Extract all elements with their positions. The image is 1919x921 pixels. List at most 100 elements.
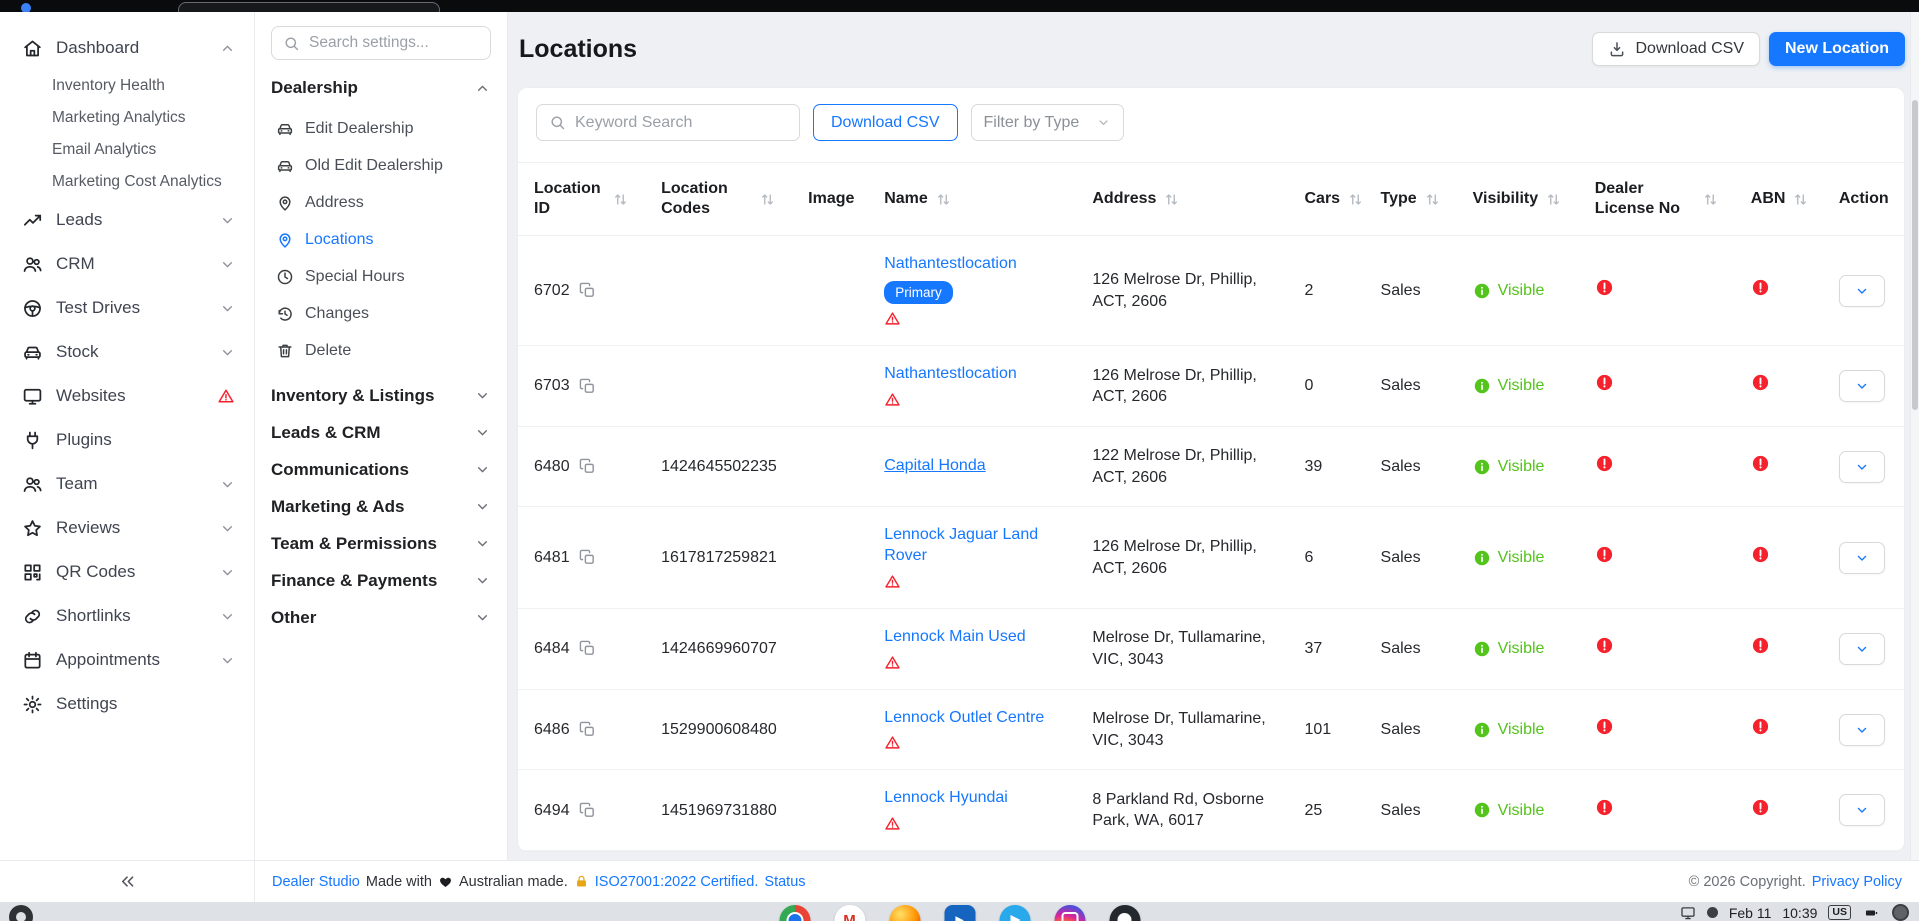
- sidebar-item[interactable]: Reviews: [0, 506, 254, 550]
- column-header[interactable]: Location ID: [518, 163, 645, 236]
- shelf-clock[interactable]: 10:39: [1782, 905, 1817, 921]
- location-name-link[interactable]: Lennock Main Used: [884, 627, 1025, 648]
- settings-section-dealership[interactable]: Dealership: [271, 68, 491, 108]
- sort-icon[interactable]: [1424, 191, 1441, 208]
- row-action-dropdown[interactable]: [1839, 275, 1885, 307]
- tray-avatar[interactable]: [1892, 904, 1909, 921]
- copy-icon[interactable]: [579, 640, 596, 657]
- settings-nav-item[interactable]: Old Edit Dealership: [271, 147, 491, 184]
- location-name-link[interactable]: Nathantestlocation: [884, 254, 1017, 275]
- row-action-dropdown[interactable]: [1839, 794, 1885, 826]
- sidebar-item[interactable]: Leads: [0, 198, 254, 242]
- column-header[interactable]: Type: [1365, 163, 1457, 236]
- settings-section-header[interactable]: Communications: [271, 451, 491, 488]
- toolbar-download-csv-button[interactable]: Download CSV: [813, 104, 958, 141]
- sidebar-item[interactable]: Shortlinks: [0, 594, 254, 638]
- sidebar-item[interactable]: Email Analytics: [0, 134, 254, 166]
- screen-share-icon[interactable]: [1680, 905, 1696, 921]
- settings-nav-item[interactable]: Address: [271, 184, 491, 221]
- copy-icon[interactable]: [579, 458, 596, 475]
- row-action-dropdown[interactable]: [1839, 451, 1885, 483]
- settings-nav-item[interactable]: Locations: [271, 221, 491, 258]
- shelf-status-tray[interactable]: Feb 11 10:39 US: [1680, 904, 1909, 921]
- sidebar-item[interactable]: CRM: [0, 242, 254, 286]
- scrollbar[interactable]: [1910, 12, 1919, 860]
- copy-icon[interactable]: [579, 802, 596, 819]
- sidebar-item[interactable]: Plugins: [0, 418, 254, 462]
- sidebar-item[interactable]: Test Drives: [0, 286, 254, 330]
- firefox-icon[interactable]: [889, 905, 920, 921]
- sidebar-item[interactable]: Marketing Analytics: [0, 102, 254, 134]
- column-header[interactable]: Address: [1076, 163, 1288, 236]
- keyword-search-input[interactable]: [575, 114, 787, 132]
- filter-by-type-select[interactable]: Filter by Type: [971, 104, 1124, 141]
- sort-icon[interactable]: [1545, 191, 1562, 208]
- row-action-dropdown[interactable]: [1839, 633, 1885, 665]
- new-location-button[interactable]: New Location: [1769, 32, 1905, 66]
- dealer-studio-link[interactable]: Dealer Studio: [272, 874, 360, 890]
- keyboard-layout-badge[interactable]: US: [1828, 905, 1851, 920]
- download-csv-button[interactable]: Download CSV: [1592, 32, 1760, 66]
- copy-icon[interactable]: [579, 378, 596, 395]
- notification-dot[interactable]: [1707, 907, 1718, 918]
- sort-icon[interactable]: [1792, 191, 1809, 208]
- row-action-dropdown[interactable]: [1839, 714, 1885, 746]
- column-header[interactable]: Location Codes: [645, 163, 792, 236]
- status-link[interactable]: Status: [764, 874, 805, 890]
- copy-icon[interactable]: [579, 282, 596, 299]
- sidebar-item[interactable]: Team: [0, 462, 254, 506]
- settings-nav-item[interactable]: Edit Dealership: [271, 110, 491, 147]
- settings-section-header[interactable]: Team & Permissions: [271, 525, 491, 562]
- copy-icon[interactable]: [579, 549, 596, 566]
- settings-section-header[interactable]: Marketing & Ads: [271, 488, 491, 525]
- location-name-link[interactable]: Lennock Hyundai: [884, 788, 1008, 809]
- sidebar-item[interactable]: Dashboard: [0, 26, 254, 70]
- sidebar-item[interactable]: QR Codes: [0, 550, 254, 594]
- chrome-icon[interactable]: [779, 905, 810, 921]
- settings-section-header[interactable]: Other: [271, 599, 491, 636]
- settings-nav-item[interactable]: Special Hours: [271, 258, 491, 295]
- row-action-dropdown[interactable]: [1839, 542, 1885, 574]
- sort-icon[interactable]: [612, 191, 629, 208]
- settings-section-header[interactable]: Finance & Payments: [271, 562, 491, 599]
- sort-icon[interactable]: [1702, 191, 1719, 208]
- sidebar-item[interactable]: Appointments: [0, 638, 254, 682]
- scrollbar-thumb[interactable]: [1912, 100, 1918, 410]
- keyword-search[interactable]: [536, 104, 800, 141]
- sidebar-item[interactable]: Marketing Cost Analytics: [0, 166, 254, 198]
- instagram-icon[interactable]: [1054, 905, 1085, 921]
- github-icon[interactable]: [1109, 905, 1140, 921]
- gmail-icon[interactable]: M: [834, 905, 865, 921]
- video-app-icon[interactable]: ▶: [944, 905, 975, 921]
- copy-icon[interactable]: [579, 721, 596, 738]
- column-header[interactable]: ABN: [1735, 163, 1823, 236]
- column-header[interactable]: Dealer License No: [1579, 163, 1735, 236]
- settings-search[interactable]: [271, 26, 491, 60]
- sort-icon[interactable]: [1347, 191, 1364, 208]
- settings-section-header[interactable]: Leads & CRM: [271, 414, 491, 451]
- privacy-policy-link[interactable]: Privacy Policy: [1812, 874, 1902, 890]
- column-header[interactable]: Cars: [1289, 163, 1365, 236]
- settings-section-header[interactable]: Inventory & Listings: [271, 377, 491, 414]
- location-name-link[interactable]: Nathantestlocation: [884, 364, 1017, 385]
- sort-icon[interactable]: [935, 191, 952, 208]
- sort-icon[interactable]: [1163, 191, 1180, 208]
- row-action-dropdown[interactable]: [1839, 370, 1885, 402]
- settings-nav-item[interactable]: Delete: [271, 332, 491, 369]
- column-header[interactable]: Visibility: [1457, 163, 1579, 236]
- shelf-date[interactable]: Feb 11: [1729, 905, 1772, 921]
- browser-search-bar[interactable]: [178, 2, 440, 12]
- collapse-sidebar-button[interactable]: [118, 872, 137, 891]
- launcher-button[interactable]: [9, 905, 33, 921]
- column-header[interactable]: Action: [1823, 163, 1904, 236]
- sidebar-item[interactable]: Websites: [0, 374, 254, 418]
- location-name-link[interactable]: Lennock Jaguar Land Rover: [884, 525, 1060, 567]
- location-name-link[interactable]: Lennock Outlet Centre: [884, 708, 1044, 729]
- telegram-icon[interactable]: [999, 905, 1030, 921]
- column-header[interactable]: Image: [792, 163, 868, 236]
- sidebar-item[interactable]: Inventory Health: [0, 70, 254, 102]
- sidebar-item[interactable]: Stock: [0, 330, 254, 374]
- location-name-link[interactable]: Capital Honda: [884, 456, 985, 477]
- settings-search-input[interactable]: [309, 34, 479, 52]
- sort-icon[interactable]: [759, 191, 776, 208]
